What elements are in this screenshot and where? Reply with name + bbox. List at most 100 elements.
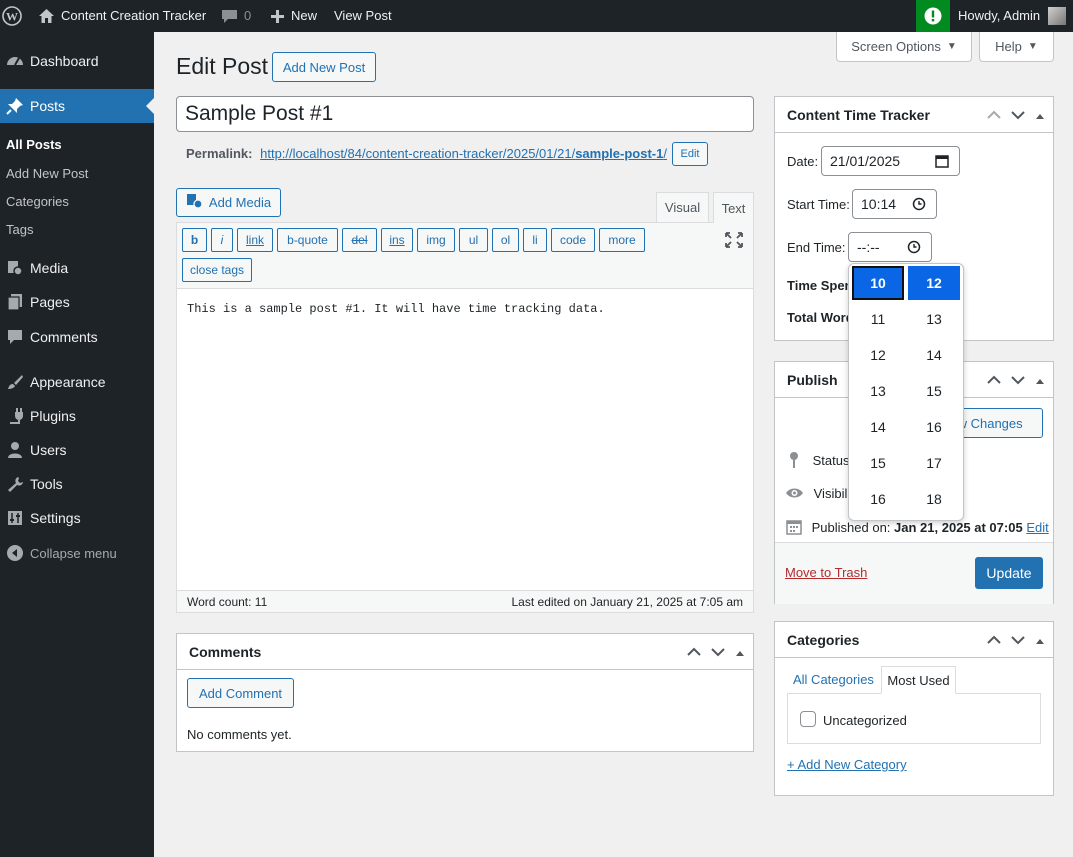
calendar-icon[interactable] (935, 154, 949, 171)
quicktag-close-tags[interactable]: close tags (182, 258, 252, 282)
menu-item-appearance[interactable]: Appearance (0, 365, 154, 399)
add-media-button[interactable]: Add Media (176, 188, 281, 217)
time-picker-minute-option[interactable]: 12 (908, 266, 960, 300)
editor-textarea[interactable]: This is a sample post #1. It will have t… (187, 302, 605, 316)
toggle-panel-icon[interactable] (1035, 372, 1045, 388)
editor-container (176, 222, 754, 613)
quicktag-bold[interactable]: b (182, 228, 207, 252)
time-picker-hour-option[interactable]: 16 (852, 482, 904, 516)
update-button[interactable]: Update (975, 557, 1043, 589)
time-picker-minute-option[interactable]: 18 (908, 482, 960, 516)
quicktag-li[interactable]: li (523, 228, 547, 252)
comments-link[interactable]: 0 (221, 0, 251, 32)
menu-item-media[interactable]: Media (0, 251, 154, 285)
pin-icon (787, 451, 801, 472)
view-post-link[interactable]: View Post (334, 0, 392, 32)
move-up-icon[interactable] (987, 107, 1001, 123)
post-title-input[interactable]: Sample Post #1 (176, 96, 754, 132)
wordpress-logo-icon[interactable]: W (2, 0, 22, 32)
help-button[interactable]: Help ▼ (979, 32, 1054, 62)
time-picker-hour-option[interactable]: 12 (852, 338, 904, 372)
menu-item-dashboard[interactable]: Dashboard (0, 44, 154, 78)
move-up-icon[interactable] (687, 644, 701, 660)
menu-item-pages[interactable]: Pages (0, 285, 154, 319)
tab-text[interactable]: Text (713, 192, 754, 223)
submenu-all-posts[interactable]: All Posts (6, 137, 62, 152)
alert-indicator[interactable] (916, 0, 950, 32)
time-picker-minute-option[interactable]: 15 (908, 374, 960, 408)
comments-metabox-header: Comments (177, 634, 753, 670)
menu-item-posts[interactable]: Posts (0, 89, 154, 123)
move-to-trash-link[interactable]: Move to Trash (785, 565, 867, 580)
settings-sliders-icon (0, 509, 30, 527)
add-new-category-link[interactable]: + Add New Category (787, 757, 907, 772)
clock-icon[interactable] (912, 197, 926, 214)
time-picker-hour-option[interactable]: 11 (852, 302, 904, 336)
permalink-edit-button[interactable]: Edit (672, 142, 708, 166)
quicktag-blockquote[interactable]: b-quote (277, 228, 338, 252)
end-time-input[interactable]: --:-- (848, 232, 932, 262)
move-up-icon[interactable] (987, 632, 1001, 648)
time-picker-minute-option[interactable]: 14 (908, 338, 960, 372)
quicktag-ol[interactable]: ol (492, 228, 519, 252)
admin-bar: W Content Creation Tracker 0 New View Po… (0, 0, 1073, 32)
admin-menu: Dashboard Posts All Posts Add New Post C… (0, 32, 154, 857)
date-input[interactable]: 21/01/2025 (821, 146, 960, 176)
menu-item-settings[interactable]: Settings (0, 501, 154, 535)
add-comment-button[interactable]: Add Comment (187, 678, 294, 708)
published-on-edit-link[interactable]: Edit (1026, 520, 1048, 535)
submenu-tags[interactable]: Tags (6, 222, 33, 237)
date-label: Date: (787, 154, 819, 169)
end-time-value: --:-- (857, 239, 880, 255)
menu-item-plugins[interactable]: Plugins (0, 399, 154, 433)
tab-most-used[interactable]: Most Used (881, 666, 956, 694)
move-down-icon[interactable] (1011, 372, 1025, 388)
quicktag-code[interactable]: code (551, 228, 595, 252)
quicktag-ul[interactable]: ul (459, 228, 488, 252)
toggle-panel-icon[interactable] (735, 644, 745, 660)
quicktag-ins[interactable]: ins (381, 228, 413, 252)
menu-label: Collapse menu (30, 545, 117, 561)
menu-label: Settings (30, 510, 81, 526)
quicktag-del[interactable]: del (342, 228, 377, 252)
time-picker-hour-option[interactable]: 15 (852, 446, 904, 480)
time-picker-minute-option[interactable]: 16 (908, 410, 960, 444)
add-new-post-button[interactable]: Add New Post (272, 52, 376, 82)
menu-item-users[interactable]: Users (0, 433, 154, 467)
toggle-panel-icon[interactable] (1035, 632, 1045, 648)
tab-visual[interactable]: Visual (656, 192, 709, 222)
submenu-add-new-post[interactable]: Add New Post (6, 166, 88, 181)
user-icon (0, 441, 30, 459)
quicktag-more[interactable]: more (599, 228, 645, 252)
new-content-link[interactable]: New (270, 0, 317, 32)
submenu-categories[interactable]: Categories (6, 194, 69, 209)
time-picker-minute-option[interactable]: 17 (908, 446, 960, 480)
site-name-link[interactable]: Content Creation Tracker (38, 0, 206, 32)
move-down-icon[interactable] (1011, 107, 1025, 123)
time-picker-minute-option[interactable]: 13 (908, 302, 960, 336)
fullscreen-icon[interactable] (725, 232, 743, 251)
collapse-menu[interactable]: Collapse menu (0, 536, 154, 570)
quicktag-img[interactable]: img (417, 228, 455, 252)
quicktag-link[interactable]: link (237, 228, 273, 252)
permalink-link[interactable]: http://localhost/84/content-creation-tra… (260, 146, 667, 161)
start-time-input[interactable]: 10:14 (852, 189, 937, 219)
time-spent-label: Time Spen (787, 278, 853, 293)
pushpin-icon (0, 97, 30, 115)
move-up-icon[interactable] (987, 372, 1001, 388)
menu-item-tools[interactable]: Tools (0, 467, 154, 501)
published-on-value: Jan 21, 2025 at 07:05 (894, 519, 1023, 535)
move-down-icon[interactable] (711, 644, 725, 660)
time-picker-hour-option[interactable]: 13 (852, 374, 904, 408)
account-menu[interactable]: Howdy, Admin (958, 0, 1067, 32)
time-picker-hour-option[interactable]: 10 (852, 266, 904, 300)
tab-all-categories[interactable]: All Categories (793, 672, 874, 687)
clock-icon[interactable] (907, 240, 921, 257)
move-down-icon[interactable] (1011, 632, 1025, 648)
toggle-panel-icon[interactable] (1035, 107, 1045, 123)
time-picker-hour-option[interactable]: 14 (852, 410, 904, 444)
screen-options-button[interactable]: Screen Options ▼ (836, 32, 972, 62)
uncategorized-checkbox[interactable] (800, 711, 816, 727)
menu-item-comments[interactable]: Comments (0, 320, 154, 354)
quicktag-italic[interactable]: i (211, 228, 233, 252)
